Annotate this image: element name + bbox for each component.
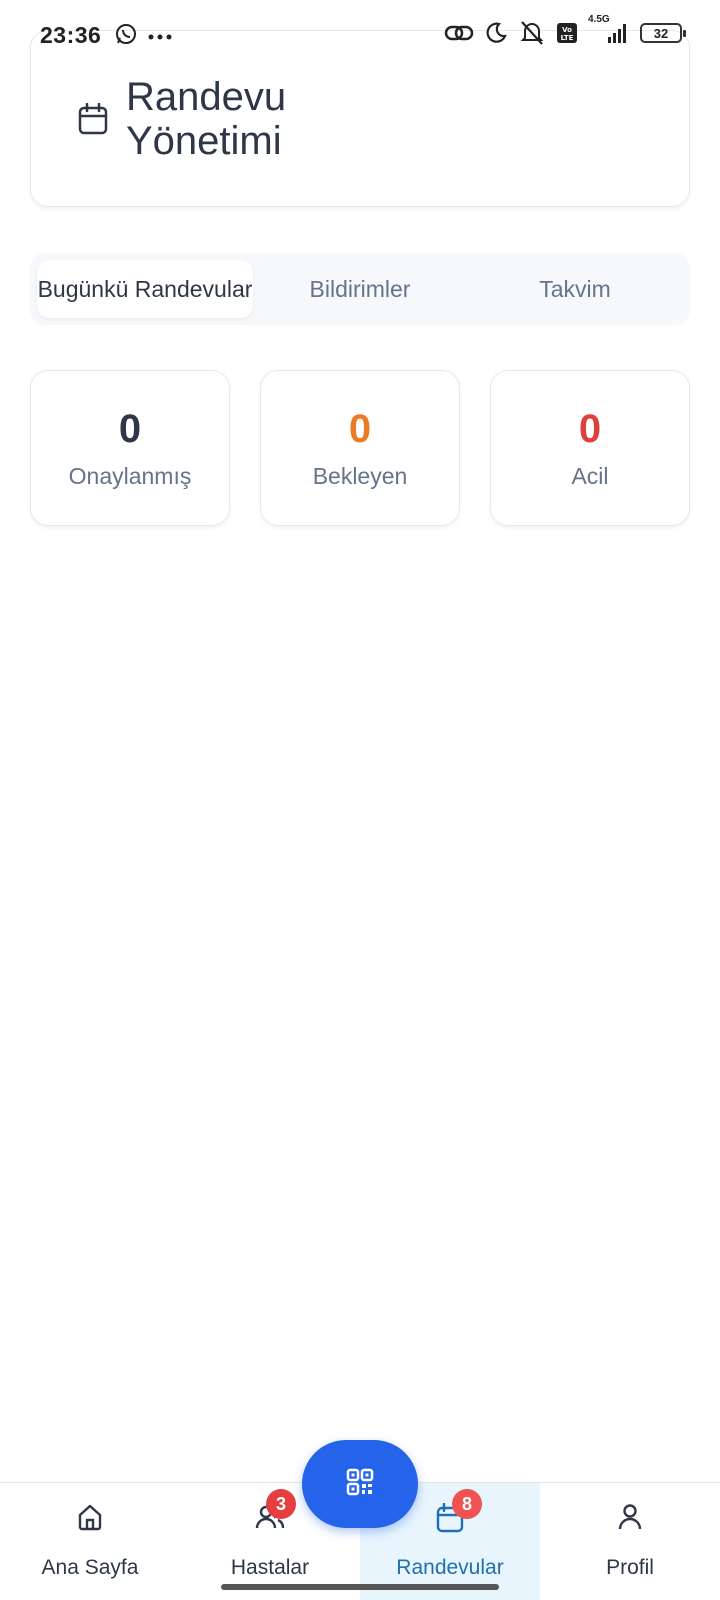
tab-bar: Bugünkü Randevular Bildirimler Takvim [30,253,690,325]
user-icon [617,1503,643,1536]
status-system-icons: Vo LTE 4.5G 32 [444,15,686,46]
stat-value-pending: 0 [348,407,372,451]
link-icon [444,22,474,44]
appointments-badge: 8 [452,1489,482,1519]
battery-indicator: 32 [640,23,686,43]
nav-item-profile[interactable]: Profil [540,1483,720,1600]
patients-badge: 3 [266,1489,296,1519]
stat-card-pending: 0 Bekleyen [260,370,460,526]
home-icon [76,1503,104,1536]
stat-label-confirmed: Onaylanmış [68,463,192,489]
tab-todays-appointments[interactable]: Bugünkü Randevular [30,259,260,319]
signal-icon: 4.5G [588,15,630,45]
bell-muted-icon [518,20,546,46]
stat-value-confirmed: 0 [118,407,142,451]
volte-icon: Vo LTE [556,22,578,44]
tab-notifications[interactable]: Bildirimler [260,259,460,319]
nav-item-home[interactable]: Ana Sayfa [0,1483,180,1600]
status-notification-icons [114,22,172,51]
more-dots-icon [148,28,172,46]
qr-scan-button[interactable] [302,1440,418,1528]
page-title: Randevu Yönetimi [126,75,287,163]
whatsapp-icon [114,22,138,51]
qr-code-icon [346,1468,374,1501]
moon-icon [484,21,508,45]
svg-text:Vo: Vo [562,26,572,34]
calendar-icon [78,102,108,140]
home-indicator[interactable] [221,1584,499,1590]
status-bar: 23:36 Vo LTE 4.5G 32 [0,0,720,72]
tab-calendar[interactable]: Takvim [460,259,690,319]
nav-label-appointments: Randevular [396,1556,504,1579]
nav-label-patients: Hastalar [230,1556,310,1579]
nav-label-home: Ana Sayfa [41,1556,139,1579]
stat-label-urgent: Acil [571,463,609,489]
nav-label-profile: Profil [606,1556,654,1579]
stat-label-pending: Bekleyen [312,463,408,489]
network-type: 4.5G [588,14,610,25]
status-time: 23:36 [40,22,102,48]
svg-text:LTE: LTE [561,34,574,42]
stat-value-urgent: 0 [578,407,602,451]
stat-card-confirmed: 0 Onaylanmış [30,370,230,526]
stat-card-urgent: 0 Acil [490,370,690,526]
